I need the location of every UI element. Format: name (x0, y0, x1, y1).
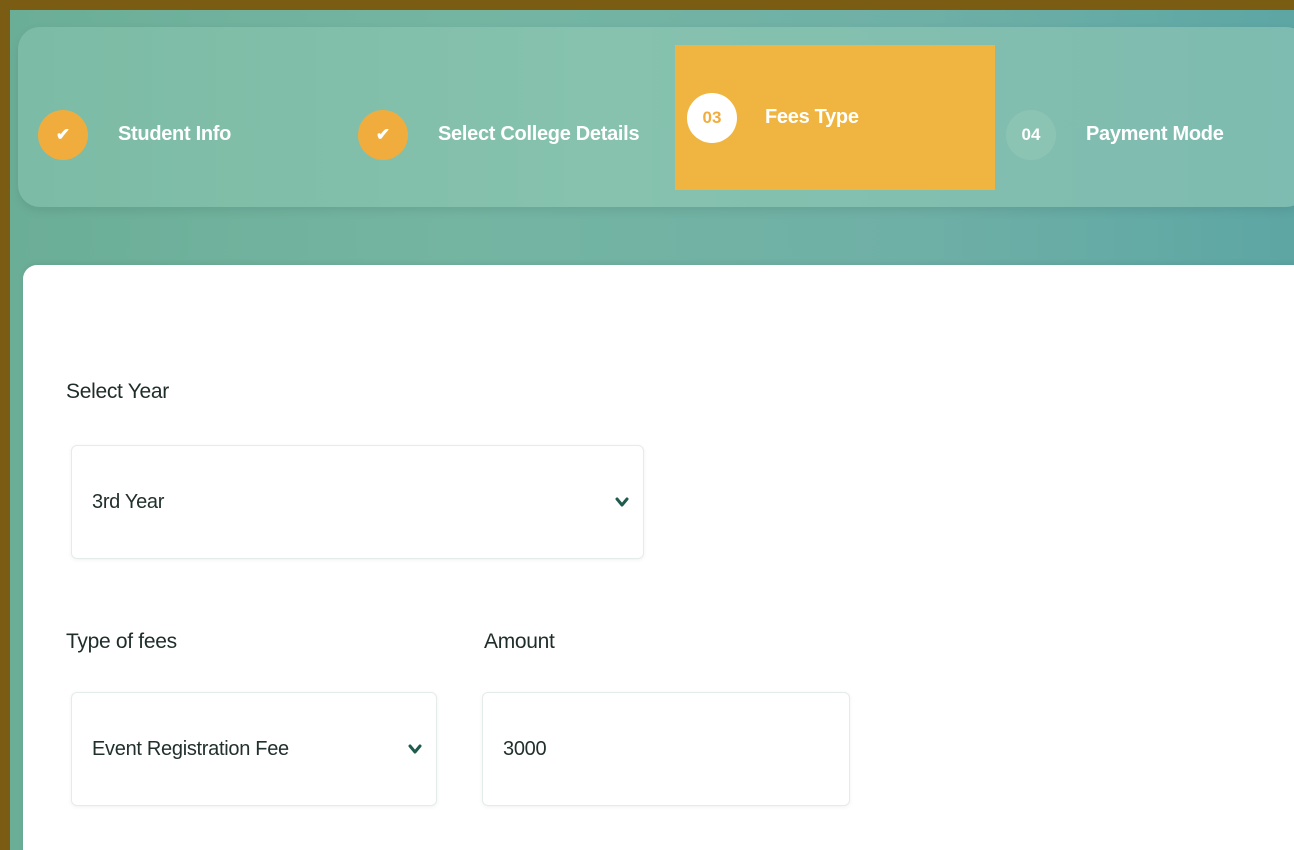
chevron-down-icon (408, 744, 422, 754)
step-fees-type[interactable]: 03 Fees Type (675, 45, 995, 190)
step-number-badge: 04 (1006, 109, 1056, 160)
year-select-value: 3rd Year (92, 490, 165, 513)
app-frame: ✔ Student Info ✔ Select College Details … (0, 0, 1294, 850)
fee-type-select-value: Event Registration Fee (92, 737, 289, 760)
step-select-college-details[interactable]: ✔ Select College Details (358, 62, 658, 207)
step-number-badge: 03 (687, 92, 737, 143)
fee-type-select[interactable]: Event Registration Fee (71, 692, 437, 806)
check-icon: ✔ (38, 109, 88, 160)
step-label: Student Info (118, 123, 232, 145)
step-label: Fees Type (765, 106, 859, 128)
year-select[interactable]: 3rd Year (71, 445, 644, 559)
fee-type-label: Type of fees (66, 630, 177, 653)
amount-label: Amount (484, 630, 555, 653)
step-student-info[interactable]: ✔ Student Info (38, 62, 298, 207)
step-payment-mode[interactable]: 04 Payment Mode (1006, 62, 1286, 207)
step-label: Payment Mode (1086, 123, 1224, 145)
check-icon: ✔ (358, 109, 408, 160)
select-year-label: Select Year (66, 380, 169, 403)
amount-input[interactable]: 3000 (482, 692, 850, 806)
fees-form-card: Select Year 3rd Year Type of fees Event … (23, 265, 1294, 850)
chevron-down-icon (615, 497, 629, 507)
progress-stepper: ✔ Student Info ✔ Select College Details … (18, 27, 1294, 207)
amount-input-value: 3000 (503, 737, 547, 760)
step-label: Select College Details (438, 123, 640, 145)
